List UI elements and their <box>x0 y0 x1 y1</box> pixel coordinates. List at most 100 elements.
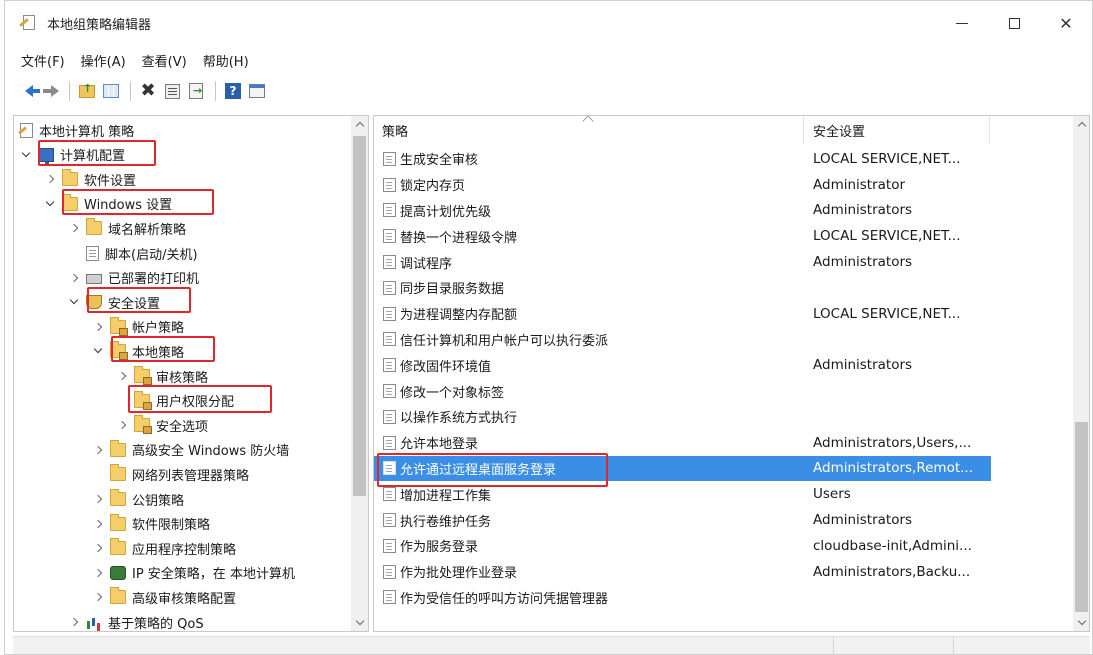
chevron-down-icon[interactable] <box>68 296 80 308</box>
chevron-down-icon[interactable] <box>44 198 56 210</box>
maximize-icon <box>1008 17 1020 29</box>
tree-item[interactable]: 应用程序控制策略 <box>92 537 236 559</box>
chevron-down-icon[interactable] <box>20 149 32 161</box>
tree-item[interactable]: 脚本(启动/关机) <box>68 242 198 264</box>
policy-row[interactable]: 执行卷维护任务 Administrators <box>374 507 991 533</box>
column-header-policy[interactable]: 策略 <box>374 116 804 144</box>
policy-row[interactable]: 修改固件环境值 Administrators <box>374 352 991 378</box>
chevron-right-icon[interactable] <box>92 591 104 603</box>
policy-row[interactable]: 调试程序 Administrators <box>374 249 991 275</box>
policy-row[interactable]: 生成安全审核 LOCAL SERVICE,NET... <box>374 146 991 172</box>
menu-view[interactable]: 查看(V) <box>142 51 187 70</box>
chevron-right-icon[interactable] <box>68 222 80 234</box>
tree-item[interactable]: 高级安全 Windows 防火墙 <box>92 439 289 461</box>
policy-row[interactable]: 提高计划优先级 Administrators <box>374 198 991 224</box>
tree-item[interactable]: 安全设置 <box>68 291 160 313</box>
policy-row[interactable]: 允许通过远程桌面服务登录 Administrators,Remot... <box>374 455 991 482</box>
tree-item[interactable]: 本地策略 <box>92 340 184 362</box>
chevron-right-icon[interactable] <box>92 567 104 579</box>
tree-item[interactable]: 软件设置 <box>44 168 136 190</box>
tree-item[interactable]: 本地计算机 策略 <box>20 119 134 141</box>
chevron-right-icon[interactable] <box>68 616 80 628</box>
policy-row[interactable]: 作为批处理作业登录 Administrators,Backu... <box>374 559 991 585</box>
minimize-button[interactable] <box>936 1 988 45</box>
maximize-button[interactable] <box>988 1 1040 45</box>
chevron-right-icon[interactable] <box>92 518 104 530</box>
policy-name: 为进程调整内存配额 <box>400 308 518 324</box>
list-header: 策略 安全设置 <box>374 116 1073 144</box>
scroll-up-icon[interactable] <box>1073 116 1089 133</box>
chevron-right-icon[interactable] <box>116 419 128 431</box>
chevron-right-icon[interactable] <box>92 321 104 333</box>
properties-button[interactable] <box>161 80 183 102</box>
tree-item-label: 已部署的打印机 <box>108 272 200 288</box>
policy-name: 作为服务登录 <box>400 540 479 556</box>
menu-help[interactable]: 帮助(H) <box>203 51 249 70</box>
policy-row[interactable]: 修改一个对象标签 <box>374 378 991 404</box>
properties-icon <box>164 83 180 99</box>
forward-button[interactable] <box>39 80 61 102</box>
column-header-setting[interactable]: 安全设置 <box>804 116 990 144</box>
scroll-down-icon[interactable] <box>1073 614 1089 631</box>
tree-scrollbar[interactable] <box>351 116 368 631</box>
policy-name: 作为受信任的呼叫方访问凭据管理器 <box>400 591 609 607</box>
tree-item[interactable]: 域名解析策略 <box>68 217 186 239</box>
tree-item-label: 本地计算机 策略 <box>39 124 135 140</box>
chevron-right-icon[interactable] <box>44 173 56 185</box>
tree-item[interactable]: 软件限制策略 <box>92 513 210 535</box>
tree-item[interactable]: 帐户策略 <box>92 316 184 338</box>
close-button[interactable]: ✕ <box>1040 1 1092 45</box>
policy-row[interactable]: 增加进程工作集 Users <box>374 481 991 507</box>
tree-item[interactable]: 基于策略的 QoS <box>68 611 204 631</box>
tree-item[interactable]: 高级审核策略配置 <box>92 586 236 608</box>
chevron-right-icon[interactable] <box>68 272 80 284</box>
tree-item[interactable]: 用户权限分配 <box>116 390 234 412</box>
chevron-right-icon[interactable] <box>92 493 104 505</box>
menu-action[interactable]: 操作(A) <box>81 51 126 70</box>
up-one-level-button[interactable] <box>76 80 98 102</box>
policy-row[interactable]: 作为服务登录 cloudbase-init,Admini... <box>374 533 991 559</box>
export-list-button[interactable] <box>185 80 207 102</box>
list-scrollbar[interactable] <box>1073 116 1089 631</box>
policy-row[interactable]: 锁定内存页 Administrator <box>374 172 991 198</box>
menu-file[interactable]: 文件(F) <box>21 51 65 70</box>
policy-row[interactable]: 以操作系统方式执行 <box>374 404 991 430</box>
help-button[interactable]: ? <box>222 80 244 102</box>
tree-item[interactable]: 安全选项 <box>116 414 208 436</box>
security-setting-value: Administrator <box>813 176 906 193</box>
back-button[interactable] <box>15 80 40 102</box>
chevron-right-icon[interactable] <box>116 370 128 382</box>
delete-button[interactable]: ✖ <box>137 80 159 102</box>
chevron-right-icon[interactable] <box>92 542 104 554</box>
policy-row[interactable]: 信任计算机和用户帐户可以执行委派 <box>374 327 991 353</box>
tree-item[interactable]: 公钥策略 <box>92 488 184 510</box>
policy-list-pane[interactable]: 策略 安全设置 生成安全审核 LOCAL SERVICE,NET... 锁定内存页 A… <box>373 115 1090 632</box>
policy-row[interactable]: 作为受信任的呼叫方访问凭据管理器 <box>374 585 991 611</box>
policy-row[interactable]: 为进程调整内存配额 LOCAL SERVICE,NET... <box>374 301 991 327</box>
scrollbar-thumb[interactable] <box>1075 422 1088 612</box>
view-icon <box>249 84 265 98</box>
policy-row[interactable]: 同步目录服务数据 <box>374 275 991 301</box>
tree-pane[interactable]: 本地计算机 策略计算机配置 软件设置 Windows 设置 域名解析策略 脚本(启动/关… <box>13 115 369 632</box>
tree-item[interactable]: 已部署的打印机 <box>68 267 199 289</box>
tree-item[interactable]: 网络列表管理器策略 <box>92 463 249 485</box>
view-button[interactable] <box>246 80 268 102</box>
chevron-right-icon[interactable] <box>92 444 104 456</box>
column-header-setting-label: 安全设置 <box>813 124 866 140</box>
chevron-down-icon[interactable] <box>92 345 104 357</box>
tree-item[interactable]: Windows 设置 <box>44 193 172 215</box>
tree-item[interactable]: 计算机配置 <box>20 144 125 166</box>
tree-item[interactable]: 审核策略 <box>116 365 208 387</box>
scroll-down-icon[interactable] <box>351 614 368 631</box>
tree-item-label: 用户权限分配 <box>156 395 235 411</box>
tree-item-label: 安全选项 <box>156 419 209 435</box>
toolbar-separator <box>130 81 131 101</box>
policy-row[interactable]: 允许本地登录 Administrators,Users,... <box>374 430 991 456</box>
scroll-up-icon[interactable] <box>351 116 368 133</box>
policy-row[interactable]: 替换一个进程级令牌 LOCAL SERVICE,NET... <box>374 223 991 249</box>
scrollbar-thumb[interactable] <box>353 136 366 496</box>
tree-item[interactable]: IP 安全策略，在 本地计算机 <box>92 562 295 584</box>
show-hide-tree-button[interactable] <box>100 80 122 102</box>
back-icon <box>25 85 40 97</box>
policy-icon <box>383 384 396 399</box>
